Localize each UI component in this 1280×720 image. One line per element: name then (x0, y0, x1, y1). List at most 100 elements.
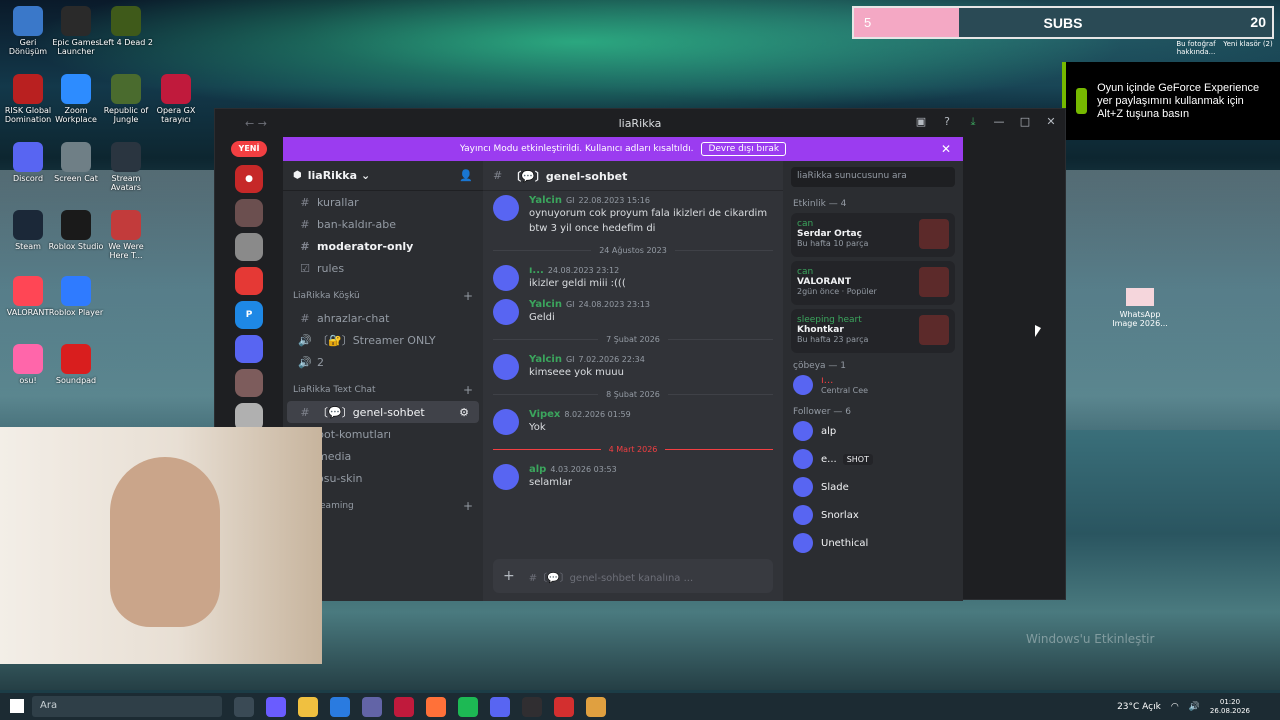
message-author[interactable]: alp (529, 464, 546, 475)
desktop-icon[interactable]: Zoom Workplace (48, 74, 104, 124)
minimize-icon[interactable]: — (993, 115, 1005, 129)
message[interactable]: Yalcin GI 24.08.2023 23:13 Geldi (483, 295, 783, 329)
hash-icon: # (493, 169, 503, 182)
server-icon-4[interactable] (235, 267, 263, 295)
taskbar-search-input[interactable]: Ara (32, 696, 222, 717)
desktop-icon[interactable]: Roblox Studio (48, 210, 104, 251)
message[interactable]: Yalcin GI 7.02.2026 22:34 kimseee yok muuu (483, 350, 783, 384)
task-view-icon[interactable] (234, 696, 254, 717)
member-item[interactable]: e... SHOT (783, 445, 963, 473)
channel-2[interactable]: 🔊 2 (287, 351, 479, 373)
member-item[interactable]: Snorlax (783, 501, 963, 529)
activity-card[interactable]: can VALORANT 2gün önce · Popüler (791, 261, 955, 305)
desktop-icon-new-folder[interactable]: Yeni klasör (2) (1222, 40, 1274, 48)
channel-streamer-only[interactable]: 🔊 〔🔐〕Streamer ONLY (287, 329, 479, 351)
desktop-icon[interactable]: Left 4 Dead 2 (98, 6, 154, 47)
server-icon-6[interactable] (235, 335, 263, 363)
message-author[interactable]: Yalcin (529, 354, 562, 365)
rules-icon: ☑ (300, 261, 310, 275)
avatar[interactable] (493, 354, 519, 380)
channel-kurallar[interactable]: # kurallar (287, 191, 479, 213)
desktop-icon[interactable]: Screen Cat (48, 142, 104, 183)
server-icon-7[interactable] (235, 369, 263, 397)
channel-rules[interactable]: ☑ rules (287, 257, 479, 279)
message[interactable]: Yalcin GI 22.08.2023 15:16 oynuyorum cok pr… (483, 191, 783, 240)
desktop-icon[interactable]: We Were Here T... (98, 210, 154, 260)
channel-ahrazlar-chat[interactable]: # ahrazlar-chat (287, 307, 479, 329)
obs-icon[interactable] (522, 696, 542, 717)
desktop-icon[interactable]: Roblox Player (48, 276, 104, 317)
desktop-icon-label: Epic Games Launcher (52, 38, 100, 56)
add-channel-icon[interactable]: + (463, 383, 473, 397)
opera-gx-icon[interactable] (394, 696, 414, 717)
close-icon[interactable]: ✕ (1045, 115, 1057, 129)
add-channel-icon[interactable]: + (463, 499, 473, 513)
message-composer[interactable]: + #〔💬〕genel-sohbet kanalına ... (493, 559, 773, 593)
avatar[interactable] (493, 409, 519, 435)
member-item[interactable]: alp (783, 417, 963, 445)
spotify-icon[interactable] (458, 696, 478, 717)
server-icon-3[interactable] (235, 233, 263, 261)
member-item[interactable]: ı... Central Cee (783, 371, 963, 399)
message[interactable]: alp 4.03.2026 03:53 selamlar (483, 460, 783, 494)
teams-icon[interactable] (362, 696, 382, 717)
desktop-icon[interactable]: Soundpad (48, 344, 104, 385)
desktop-icon[interactable]: Epic Games Launcher (48, 6, 104, 56)
member-item[interactable]: Slade (783, 473, 963, 501)
geforce-toast[interactable]: Oyun içinde GeForce Experience yer payla… (1062, 62, 1280, 140)
file-explorer-icon[interactable] (298, 696, 318, 717)
clock[interactable]: 01:20 26.08.2026 (1210, 698, 1250, 716)
settings-icon[interactable]: ⚙ (459, 406, 469, 419)
banner-close-icon[interactable]: ✕ (941, 142, 951, 156)
windows-start-icon[interactable] (10, 699, 24, 713)
desktop-icon-photo-info[interactable]: Bu fotoğraf hakkında... (1170, 40, 1222, 56)
app-folder-icon[interactable] (586, 696, 606, 717)
volume-icon[interactable]: 🔊 (1189, 702, 1200, 712)
help-icon[interactable]: ? (941, 115, 953, 129)
disable-streamer-mode-button[interactable]: Devre dışı bırak (701, 142, 787, 156)
server-icon-1[interactable]: ● (235, 165, 263, 193)
app-icon (13, 74, 43, 104)
add-channel-icon[interactable]: + (463, 289, 473, 303)
server-icon-2[interactable] (235, 199, 263, 227)
firefox-icon[interactable] (426, 696, 446, 717)
avatar[interactable] (493, 299, 519, 325)
category-liarikka-koşku[interactable]: LiaRikka Köşkü + (283, 285, 483, 307)
channel-moderator-only[interactable]: # moderator-only (287, 235, 479, 257)
channel-ban-kaldir-abe[interactable]: # ban-kaldır-abe (287, 213, 479, 235)
message-author[interactable]: Vipex (529, 409, 560, 420)
message-author[interactable]: Yalcin (529, 299, 562, 310)
copilot-icon[interactable] (266, 696, 286, 717)
desktop-icon[interactable]: Opera GX tarayıcı (148, 74, 204, 124)
avatar[interactable] (493, 195, 519, 221)
channel-genel-sohbet[interactable]: # 〔💬〕genel-sohbet ⚙ (287, 401, 479, 423)
category-liarikka-text-chat[interactable]: LiaRikka Text Chat + (283, 379, 483, 401)
plus-icon[interactable]: + (503, 568, 515, 584)
discord-icon[interactable] (490, 696, 510, 717)
invite-icon[interactable]: 👤 (459, 169, 473, 182)
weather-text[interactable]: 23°C Açık (1117, 702, 1161, 712)
desktop-icon[interactable]: Republic of Jungle (98, 74, 154, 124)
avatar[interactable] (493, 265, 519, 291)
server-icon-5[interactable]: P (235, 301, 263, 329)
maximize-icon[interactable]: □ (1019, 115, 1031, 129)
avatar[interactable] (493, 464, 519, 490)
message-author[interactable]: Yalcin (529, 195, 562, 206)
message[interactable]: Vipex 8.02.2026 01:59 Yok (483, 405, 783, 439)
activity-card[interactable]: can Serdar Ortaç Bu hafta 10 parça (791, 213, 955, 257)
server-header[interactable]: ⬢ liaRikka ⌄ 👤 (283, 161, 483, 191)
activity-card[interactable]: sleeping heart Khontkar Bu hafta 23 parça (791, 309, 955, 353)
avatar (793, 449, 813, 469)
mail-icon[interactable] (330, 696, 350, 717)
desktop-file-whatsapp-image[interactable]: WhatsApp Image 2026... (1112, 288, 1168, 328)
server-search-input[interactable]: liaRikka sunucusunu ara (791, 167, 955, 187)
message-author[interactable]: ı... (529, 265, 544, 276)
member-item[interactable]: Unethical (783, 529, 963, 557)
app-red-icon[interactable] (554, 696, 574, 717)
wifi-icon[interactable]: ◠ (1171, 702, 1179, 712)
inbox-icon[interactable]: ▣ (915, 115, 927, 129)
date-divider: 24 Ağustos 2023 (493, 246, 773, 255)
desktop-icon[interactable]: Stream Avatars (98, 142, 154, 192)
message[interactable]: ı... 24.08.2023 23:12 ikizler geldi miii :… (483, 261, 783, 295)
download-icon[interactable]: ⤓ (967, 115, 979, 129)
